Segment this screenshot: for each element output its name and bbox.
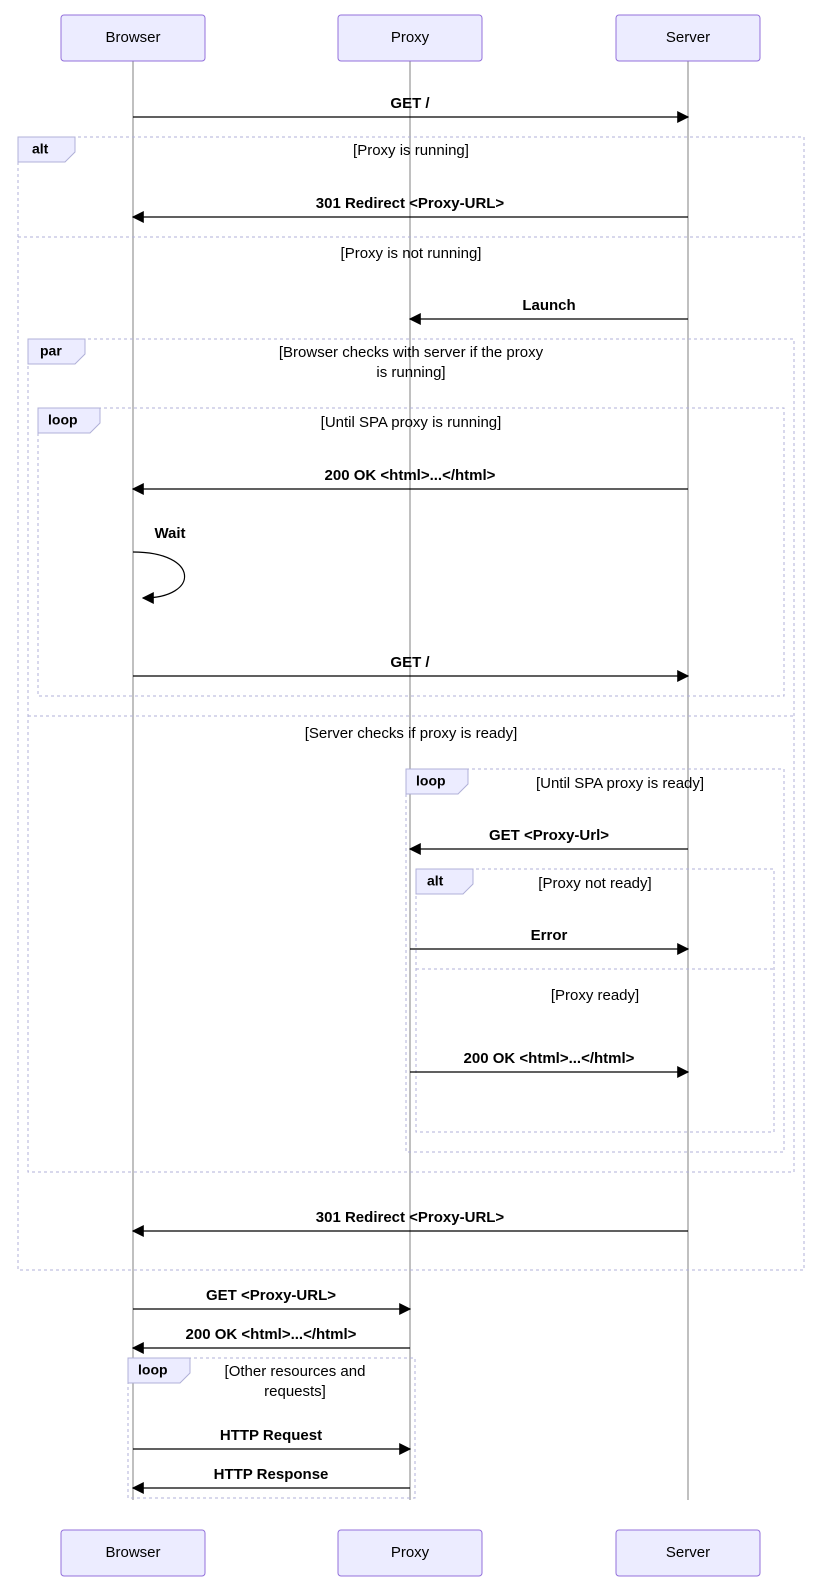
fragment-alt-inner-cond2: [Proxy ready] xyxy=(551,987,639,1004)
msg-wait: Wait xyxy=(154,525,185,542)
participant-proxy-top-label: Proxy xyxy=(391,29,430,46)
fragment-alt-outer xyxy=(18,137,804,1270)
fragment-alt-inner-tag: alt xyxy=(427,873,444,889)
msg-get-root-1: GET / xyxy=(390,95,430,112)
fragment-alt-outer-cond1: [Proxy is running] xyxy=(353,142,469,159)
participant-browser-bottom-label: Browser xyxy=(105,1544,160,1561)
fragment-loop-running-cond: [Until SPA proxy is running] xyxy=(321,414,502,431)
fragment-par-cond1-line1: [Browser checks with server if the proxy xyxy=(279,344,544,361)
fragment-alt-outer-cond2: [Proxy is not running] xyxy=(341,245,482,262)
msg-get-root-2: GET / xyxy=(390,654,430,671)
msg-get-proxy-url-2: GET <Proxy-URL> xyxy=(206,1287,336,1304)
fragment-loop-resources-tag: loop xyxy=(138,1362,168,1378)
msg-200-html-1: 200 OK <html>...</html> xyxy=(325,467,496,484)
sequence-diagram: Browser Proxy Server GET / alt [Proxy is… xyxy=(0,0,822,1594)
fragment-alt-inner-tag-box xyxy=(416,869,473,894)
fragment-loop-ready-cond: [Until SPA proxy is ready] xyxy=(536,775,704,792)
arrow-wait-self xyxy=(133,552,185,598)
participant-proxy-bottom-label: Proxy xyxy=(391,1544,430,1561)
participant-browser-top-label: Browser xyxy=(105,29,160,46)
msg-launch: Launch xyxy=(522,297,575,314)
msg-redirect-1: 301 Redirect <Proxy-URL> xyxy=(316,195,505,212)
fragment-loop-resources-cond-line1: [Other resources and xyxy=(225,1363,366,1380)
fragment-par-cond2: [Server checks if proxy is ready] xyxy=(305,725,518,742)
fragment-loop-running xyxy=(38,408,784,696)
msg-http-request: HTTP Request xyxy=(220,1427,322,1444)
participant-server-top-label: Server xyxy=(666,29,710,46)
msg-get-proxy-url: GET <Proxy-Url> xyxy=(489,827,609,844)
fragment-loop-ready-tag: loop xyxy=(416,773,446,789)
fragment-par-tag: par xyxy=(40,343,62,359)
fragment-par xyxy=(28,339,794,1172)
fragment-loop-running-tag: loop xyxy=(48,412,78,428)
msg-error: Error xyxy=(531,927,568,944)
fragment-alt-inner-cond1: [Proxy not ready] xyxy=(538,875,651,892)
fragment-alt-outer-tag: alt xyxy=(32,141,49,157)
msg-200-html-2: 200 OK <html>...</html> xyxy=(464,1050,635,1067)
msg-200-html-3: 200 OK <html>...</html> xyxy=(186,1326,357,1343)
fragment-par-cond1-line2: is running] xyxy=(376,364,445,381)
participant-server-bottom-label: Server xyxy=(666,1544,710,1561)
fragment-loop-resources-cond-line2: requests] xyxy=(264,1383,326,1400)
msg-redirect-2: 301 Redirect <Proxy-URL> xyxy=(316,1209,505,1226)
msg-http-response: HTTP Response xyxy=(214,1466,329,1483)
